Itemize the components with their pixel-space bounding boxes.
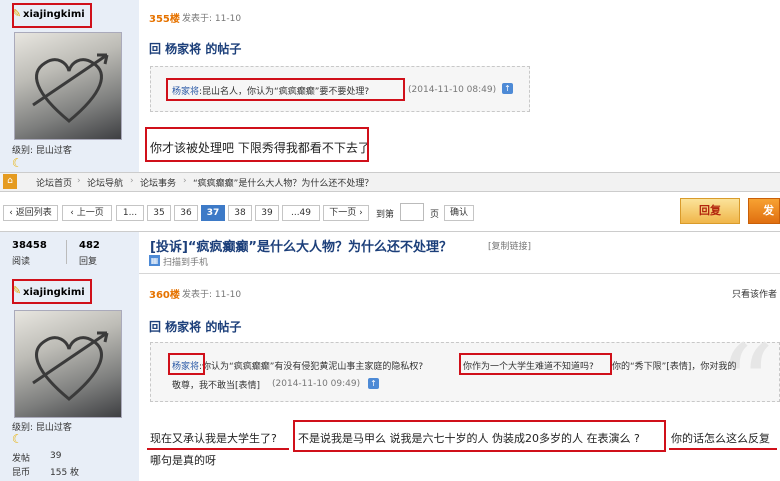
quote-text: :你认为“疯疯癫癫”有没有侵犯黄泥山事主家庭的隐私权? [199, 362, 424, 372]
new-post-button[interactable]: 发 [748, 198, 780, 224]
username-highlight [12, 279, 92, 304]
prev-page-button[interactable]: ‹ 上一页 [62, 205, 112, 221]
reply-button[interactable]: 回复 [680, 198, 740, 224]
breadcrumb-item[interactable]: 论坛事务 [140, 176, 176, 189]
stat-coins-label: 昆币 [12, 468, 31, 478]
breadcrumb-sep: › [77, 176, 81, 186]
moon-icon: ☾ [12, 432, 23, 446]
moon-icon: ☾ [12, 156, 23, 170]
scan-to-phone[interactable]: 扫描到手机 [163, 255, 208, 268]
current-page: 37 [201, 205, 225, 221]
views-label: 阅读 [12, 257, 31, 267]
username-highlight [12, 3, 92, 28]
quote-jump-icon[interactable]: ↑ [502, 83, 513, 94]
page-link[interactable]: ...49 [282, 205, 320, 221]
qr-icon[interactable]: ▦ [149, 255, 160, 266]
title-divider [139, 273, 780, 274]
confirm-button[interactable]: 确认 [444, 205, 474, 221]
page-link[interactable]: 38 [228, 205, 252, 221]
stat-posts-value: 39 [50, 451, 62, 461]
post2-content-a: 现在又承认我是大学生了? [150, 432, 277, 445]
page-number-input[interactable] [400, 203, 424, 221]
views-count: 38458 [12, 240, 47, 251]
goto-label: 到第 [376, 210, 395, 220]
page-unit-label: 页 [430, 210, 440, 220]
content-highlight [293, 420, 666, 452]
replies-count: 482 [79, 240, 100, 251]
page-link[interactable]: 1... [116, 205, 144, 221]
breadcrumb-item[interactable]: “疯疯癫癫”是什么大人物？为什么还不处理？ [193, 176, 373, 189]
thread-title: [投诉]“疯疯癫癫”是什么大人物？为什么还不处理？ [150, 240, 452, 255]
breadcrumb-home[interactable]: 论坛首页 [36, 176, 72, 189]
quote-jump-icon[interactable]: ↑ [368, 378, 379, 389]
post2-posted-at: 发表于: 11-10 [182, 290, 242, 300]
heart-arrow-image [32, 331, 109, 401]
page-link[interactable]: 36 [174, 205, 198, 221]
breadcrumb-item[interactable]: 论坛导航 [87, 176, 123, 189]
pagination-bar: ‹ 返回列表 ‹ 上一页 1... 35 36 37 38 39 ...49 下… [0, 194, 780, 232]
stats-divider [66, 240, 67, 264]
quote-text: 敬尊，我不敢当[表情] [172, 381, 261, 391]
content-underline [669, 448, 777, 450]
quote-text: 你的“秀下限”[表情]，你对我的 [612, 362, 737, 372]
quote-mark-decoration: “ [718, 321, 775, 449]
next-page-button[interactable]: 下一页 › [323, 205, 369, 221]
quote-user-highlight [168, 353, 205, 375]
stat-coins-value: 155 枚 [50, 468, 80, 478]
page-link[interactable]: 35 [147, 205, 171, 221]
post2-content-d: 哪句是真的呀 [150, 454, 216, 467]
post2-quote-time: (2014-11-10 09:49) [272, 379, 361, 389]
post1-floor[interactable]: 355楼 [149, 10, 180, 25]
author-only-link[interactable]: 只看该作者 [732, 287, 777, 300]
replies-label: 回复 [79, 257, 98, 267]
post1-avatar[interactable] [14, 32, 122, 140]
post1-quote-time: (2014-11-10 08:49) [408, 85, 497, 95]
page-link[interactable]: 39 [255, 205, 279, 221]
breadcrumb-sep: › [130, 176, 134, 186]
post2-content-c: 你的话怎么这么反复 [671, 432, 770, 445]
content-underline [147, 448, 289, 450]
quote-phrase-highlight [459, 353, 612, 375]
post1-level: 级别: 昆山过客 [12, 146, 72, 156]
post1-reply-title: 回 杨家将 的帖子 [149, 42, 242, 56]
post2-floor[interactable]: 360楼 [149, 286, 180, 301]
post1-posted-at: 发表于: 11-10 [182, 14, 242, 24]
heart-arrow-image [32, 53, 109, 123]
breadcrumb: ⌂ 论坛首页 › 论坛导航 › 论坛事务 › “疯疯癫癫”是什么大人物？为什么还… [0, 172, 780, 192]
home-icon[interactable]: ⌂ [3, 174, 17, 189]
quote-highlight [166, 78, 405, 101]
post2-avatar[interactable] [14, 310, 122, 418]
post2-quote-line1: 杨家将:你认为“疯疯癫癫”有没有侵犯黄泥山事主家庭的隐私权? [172, 359, 423, 372]
stat-posts-label: 发帖 [12, 454, 31, 464]
back-to-list-button[interactable]: ‹ 返回列表 [3, 205, 58, 221]
breadcrumb-sep: › [183, 176, 187, 186]
copy-link[interactable]: [复制链接] [488, 239, 531, 252]
post2-reply-title: 回 杨家将 的帖子 [149, 320, 242, 334]
content-highlight [145, 127, 369, 162]
